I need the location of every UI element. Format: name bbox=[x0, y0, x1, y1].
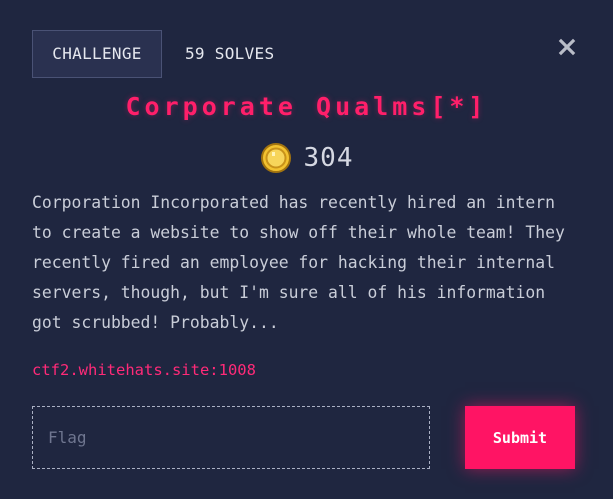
close-button[interactable] bbox=[556, 36, 578, 58]
points-value: 304 bbox=[303, 143, 354, 173]
flag-input[interactable] bbox=[32, 406, 430, 469]
tab-solves[interactable]: 59 SOLVES bbox=[185, 30, 274, 78]
coin-icon bbox=[260, 142, 292, 174]
challenge-title: Corporate Qualms[*] bbox=[125, 92, 488, 121]
submit-button[interactable]: Submit bbox=[465, 406, 575, 469]
challenge-link[interactable]: ctf2.whitehats.site:1008 bbox=[32, 361, 256, 379]
tab-challenge[interactable]: CHALLENGE bbox=[32, 30, 162, 78]
close-icon bbox=[556, 36, 578, 58]
challenge-points: 304 bbox=[0, 140, 613, 176]
challenge-description: Corporation Incorporated has recently hi… bbox=[32, 193, 565, 332]
